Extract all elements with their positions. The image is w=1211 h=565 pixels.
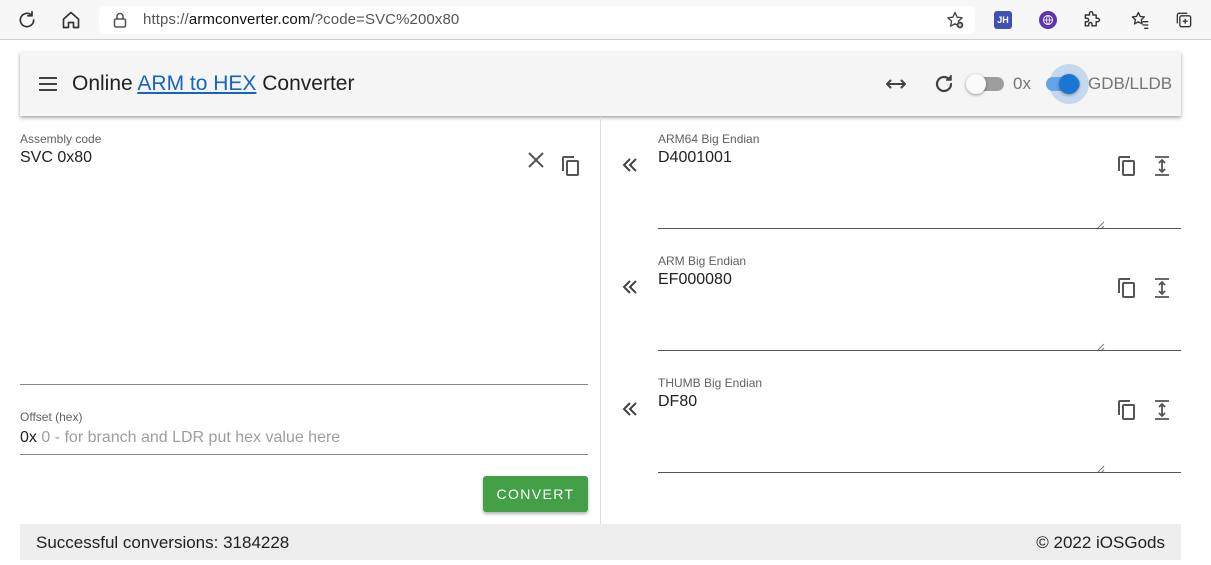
- clear-icon[interactable]: [524, 148, 548, 172]
- copy-icon[interactable]: [1114, 276, 1138, 300]
- output-label: THUMB Big Endian: [658, 376, 763, 390]
- toggle-0x-switch[interactable]: [966, 74, 1006, 94]
- title-link[interactable]: ARM to HEX: [137, 72, 256, 95]
- footer: Successful conversions: 3184228 © 2022 i…: [20, 524, 1181, 560]
- favorite-add-icon[interactable]: [945, 10, 965, 35]
- toggle-gdb-switch[interactable]: [1042, 64, 1089, 104]
- expand-icon[interactable]: [1150, 154, 1174, 178]
- toggle-gdb-label: GDB/LLDB: [1088, 74, 1173, 93]
- output-value[interactable]: D4001001: [658, 149, 732, 167]
- address-bar[interactable]: https://armconverter.com/?code=SVC%200x8…: [99, 6, 975, 34]
- copy-icon[interactable]: [1114, 154, 1138, 178]
- offset-underline: [20, 454, 588, 455]
- assembly-underline: [20, 384, 588, 385]
- toggle-0x-label: 0x: [1013, 74, 1031, 93]
- url-text: https://armconverter.com/?code=SVC%200x8…: [143, 11, 460, 28]
- convert-back-icon[interactable]: [618, 153, 642, 177]
- offset-input[interactable]: 0x 0 - for branch and LDR put hex value …: [20, 429, 340, 447]
- offset-label: Offset (hex): [20, 410, 83, 424]
- favorites-icon[interactable]: [1128, 8, 1152, 32]
- output-underline: [658, 350, 1181, 351]
- resize-handle[interactable]: [1095, 461, 1105, 474]
- extensions-puzzle-icon[interactable]: [1080, 8, 1104, 32]
- expand-icon[interactable]: [1150, 398, 1174, 422]
- collections-icon[interactable]: [1172, 8, 1196, 32]
- menu-icon[interactable]: [36, 72, 60, 96]
- output-underline: [658, 472, 1181, 473]
- copy-icon[interactable]: [1114, 398, 1138, 422]
- panel-divider: [600, 117, 601, 524]
- assembly-code-label: Assembly code: [20, 132, 102, 146]
- reload-icon[interactable]: [15, 8, 39, 32]
- convert-button[interactable]: CONVERT: [483, 476, 588, 512]
- copy-icon[interactable]: [558, 154, 582, 178]
- output-label: ARM64 Big Endian: [658, 132, 760, 146]
- page-title: Online ARM to HEX Converter: [72, 72, 355, 95]
- home-icon[interactable]: [59, 8, 83, 32]
- conversion-count: Successful conversions: 3184228: [36, 533, 290, 552]
- copyright: © 2022 iOSGods: [1036, 533, 1165, 552]
- resize-handle[interactable]: [1095, 339, 1105, 352]
- expand-icon[interactable]: [1150, 276, 1174, 300]
- web-extension-icon[interactable]: [1039, 11, 1057, 29]
- output-label: ARM Big Endian: [658, 254, 747, 268]
- convert-back-icon[interactable]: [618, 397, 642, 421]
- assembly-code-input[interactable]: SVC 0x80: [20, 149, 92, 167]
- resize-handle[interactable]: [1095, 217, 1105, 230]
- refresh-icon[interactable]: [932, 72, 956, 96]
- browser-toolbar: https://armconverter.com/?code=SVC%200x8…: [0, 0, 1211, 40]
- swap-direction-icon[interactable]: [884, 72, 908, 96]
- jh-extension-icon[interactable]: JH: [994, 11, 1012, 29]
- convert-back-icon[interactable]: [618, 275, 642, 299]
- output-underline: [658, 228, 1181, 229]
- app-header: Online ARM to HEX Converter 0x GDB/LLDB: [20, 52, 1181, 116]
- output-value[interactable]: EF000080: [658, 271, 732, 289]
- lock-icon: [113, 12, 127, 33]
- output-value[interactable]: DF80: [658, 393, 697, 411]
